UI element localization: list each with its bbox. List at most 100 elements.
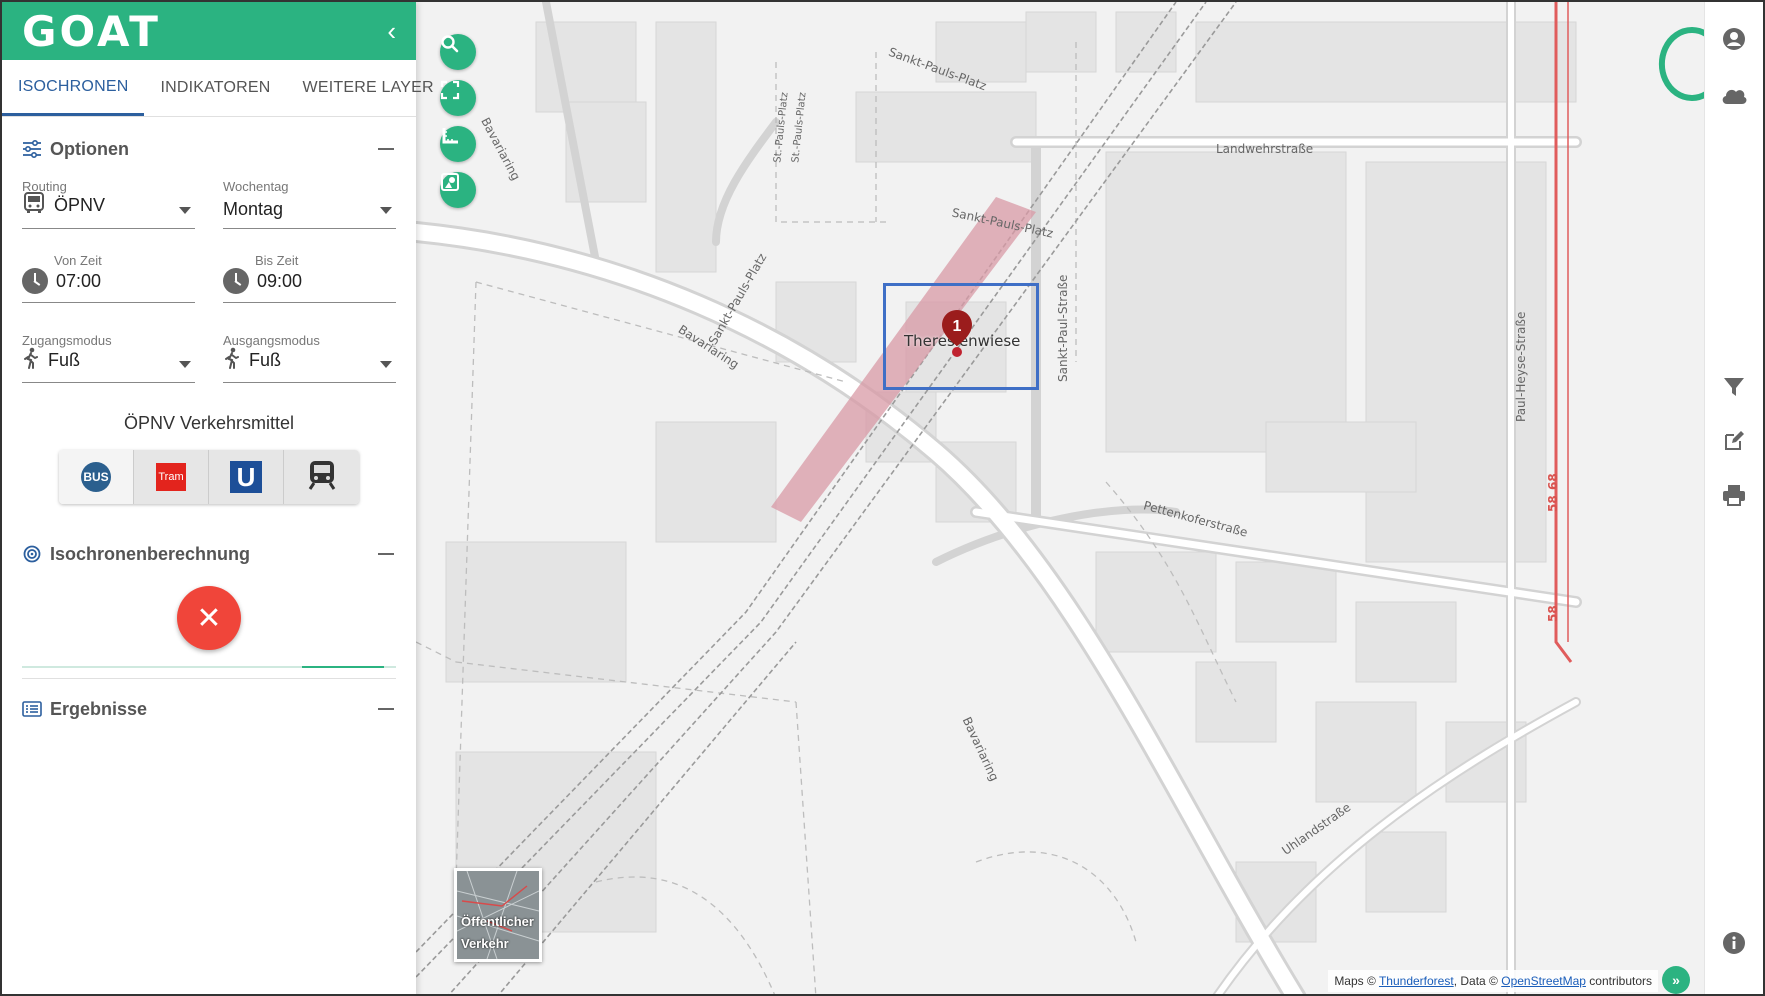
from-time-value-wrap: 07:00: [22, 268, 195, 294]
egress-mode-label: Ausgangsmodus: [223, 333, 320, 348]
street-label: Landwehrstraße: [1216, 142, 1314, 156]
options-header[interactable]: Optionen: [2, 123, 416, 175]
from-time-value: 07:00: [56, 270, 102, 291]
results-title-wrap: Ergebnisse: [22, 699, 147, 720]
transit-modes-title: ÖPNV Verkehrsmittel: [123, 413, 295, 433]
cancel-calculation-button[interactable]: ✕: [177, 586, 241, 650]
map-layers-button[interactable]: [440, 172, 476, 208]
weekday-value: Montag: [223, 199, 284, 219]
options-title-wrap: Optionen: [22, 139, 129, 160]
layer-thumbnail-label: Öffentlicher Verkehr: [461, 914, 534, 951]
access-mode-value: Fuß: [48, 350, 81, 370]
egress-mode-select[interactable]: Ausgangsmodus Fuß: [223, 329, 396, 383]
sidebar: GOAT ‹ ISOCHRONEN INDIKATOREN WEITERE LA…: [2, 2, 434, 994]
transit-mode-group: BUS Tram U: [59, 450, 359, 504]
access-mode-label: Zugangsmodus: [22, 333, 112, 348]
isochrone-title: Isochronenberechnung: [50, 543, 251, 564]
egress-mode-value-wrap: Fuß: [223, 347, 396, 374]
to-time-value-wrap: 09:00: [223, 268, 396, 294]
filter-button[interactable]: [1721, 376, 1747, 402]
transit-mode-train[interactable]: [284, 450, 359, 504]
route-number-label: 68: [1546, 473, 1560, 490]
isochrone-header[interactable]: Isochronenberechnung: [2, 528, 416, 580]
chevron-down-icon: [380, 207, 392, 214]
results-collapse-button[interactable]: [378, 708, 394, 710]
measure-button[interactable]: [440, 126, 476, 162]
chevron-down-icon: [380, 361, 392, 368]
attribution-toggle-button[interactable]: »: [1662, 966, 1690, 994]
street-label: Sankt-Paul-Straße: [1056, 274, 1070, 382]
weekday-select[interactable]: Wochentag Montag: [223, 175, 396, 229]
calc-button-wrap: ✕: [2, 580, 416, 666]
attribution-middle: , Data ©: [1453, 974, 1498, 988]
map-background: [416, 2, 1582, 994]
tab-bar: ISOCHRONEN INDIKATOREN WEITERE LAYER: [2, 60, 434, 117]
to-time-field[interactable]: Bis Zeit 09:00: [223, 249, 396, 303]
app-root: GOAT ‹ ISOCHRONEN INDIKATOREN WEITERE LA…: [0, 0, 1765, 996]
routing-value: ÖPNV: [54, 195, 106, 215]
transit-mode-ubahn[interactable]: U: [209, 450, 284, 504]
clock-icon: [22, 268, 48, 294]
street-label: Paul-Heyse-Straße: [1514, 311, 1528, 422]
attribution-prefix: Maps ©: [1334, 974, 1376, 988]
edit-icon: [1723, 430, 1745, 457]
clock-icon: [223, 268, 249, 294]
walk-icon: [22, 347, 40, 374]
to-time-label: Bis Zeit: [255, 253, 299, 268]
sliders-icon: [22, 139, 42, 159]
brand-bar: GOAT ‹: [2, 2, 416, 60]
options-title: Optionen: [50, 138, 129, 159]
access-mode-select[interactable]: Zugangsmodus Fuß: [22, 329, 195, 383]
isochrone-collapse-button[interactable]: [378, 553, 394, 555]
walk-icon: [223, 347, 241, 374]
transit-mode-bus[interactable]: BUS: [59, 450, 134, 504]
attribution-suffix: contributors: [1589, 974, 1652, 988]
account-button[interactable]: [1721, 27, 1747, 56]
print-icon: [1722, 484, 1746, 511]
map-canvas[interactable]: Sankt-Pauls-Platz Landwehrstraße St.-Pau…: [416, 2, 1708, 994]
bus-badge-icon: BUS: [81, 462, 111, 492]
results-header[interactable]: Ergebnisse: [2, 683, 416, 735]
calculation-progress: [22, 666, 396, 668]
route-number-label: 58: [1546, 495, 1560, 512]
egress-mode-value: Fuß: [249, 350, 282, 370]
cloud-icon: [1720, 85, 1748, 110]
tab-indikatoren[interactable]: INDIKATOREN: [144, 60, 286, 116]
cloud-button[interactable]: [1721, 84, 1747, 110]
target-icon: [22, 544, 42, 564]
tab-weitere-layer[interactable]: WEITERE LAYER: [287, 60, 450, 116]
weekday-value-wrap: Montag: [223, 199, 396, 220]
print-button[interactable]: [1721, 484, 1747, 510]
from-time-label: Von Zeit: [54, 253, 102, 268]
map-attribution: Maps © Thunderforest, Data © OpenStreetM…: [1328, 970, 1658, 992]
routing-row: Routing ÖPNV Wochentag Montag: [2, 175, 416, 229]
info-button[interactable]: [1721, 931, 1747, 960]
app-logo: GOAT: [22, 6, 161, 56]
right-toolbar: [1704, 2, 1763, 994]
info-icon: [1722, 931, 1746, 960]
routing-select[interactable]: Routing ÖPNV: [22, 175, 195, 229]
tab-isochronen[interactable]: ISOCHRONEN: [2, 60, 145, 116]
options-collapse-button[interactable]: [378, 148, 394, 150]
results-title: Ergebnisse: [50, 698, 148, 719]
routing-value-wrap: ÖPNV: [22, 191, 195, 220]
tram-badge-icon: Tram: [156, 463, 186, 491]
chevron-down-icon: [179, 207, 191, 214]
filter-icon: [1723, 377, 1745, 402]
chevron-down-icon: [179, 361, 191, 368]
access-mode-value-wrap: Fuß: [22, 347, 195, 374]
thunderforest-link[interactable]: Thunderforest: [1379, 974, 1454, 988]
from-time-field[interactable]: Von Zeit 07:00: [22, 249, 195, 303]
marker-number: 1: [953, 318, 962, 335]
train-icon: [307, 459, 337, 496]
bus-icon: [22, 191, 46, 220]
collapse-sidebar-button[interactable]: ‹: [387, 16, 396, 47]
edit-button[interactable]: [1721, 430, 1747, 456]
layer-switcher-thumbnail[interactable]: Öffentlicher Verkehr: [454, 868, 542, 962]
transit-mode-tram[interactable]: Tram: [134, 450, 209, 504]
divider: [22, 678, 396, 679]
isochrone-title-wrap: Isochronenberechnung: [22, 544, 250, 565]
user-icon: [1722, 27, 1746, 56]
openstreetmap-link[interactable]: OpenStreetMap: [1501, 974, 1586, 988]
to-time-value: 09:00: [257, 270, 303, 291]
